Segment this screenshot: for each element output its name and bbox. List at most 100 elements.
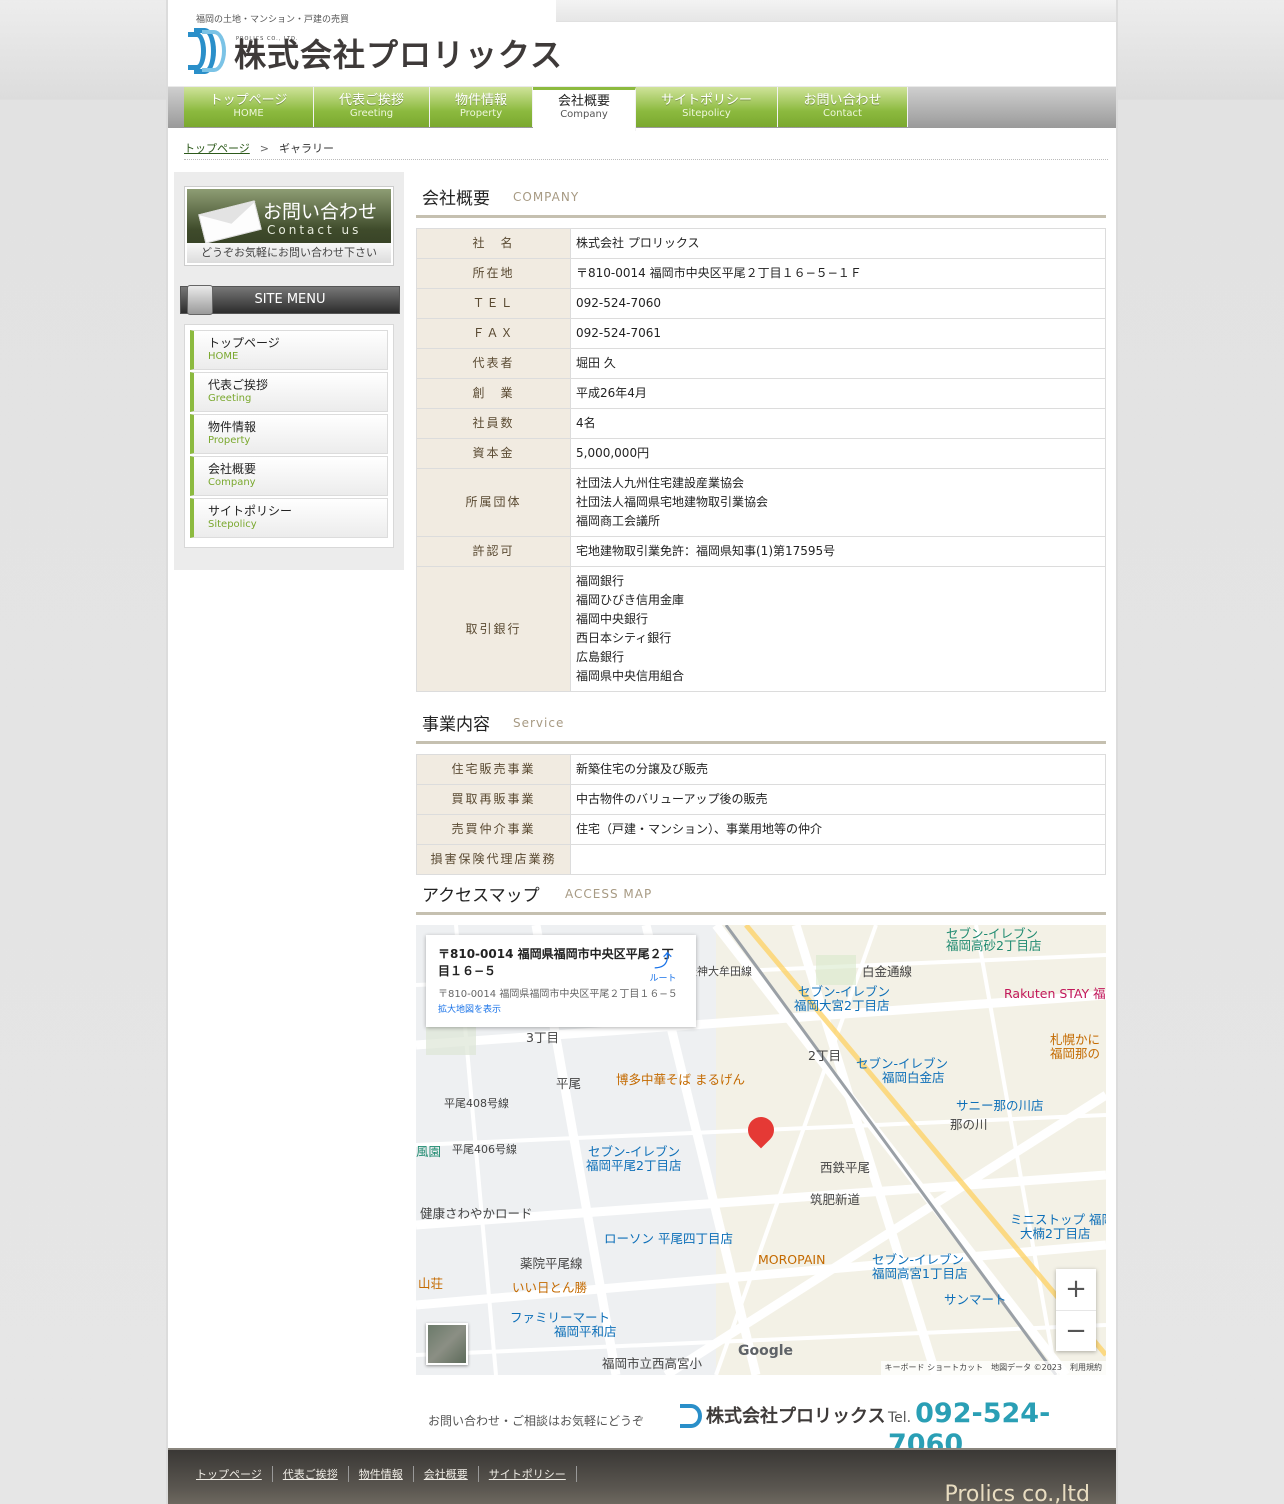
service-row-value <box>570 844 1106 875</box>
map-label: 福岡白金店 <box>882 1070 945 1085</box>
company-row-line: 092-524-7060 <box>576 296 662 310</box>
map-label: セブン-イレブン <box>872 1252 965 1267</box>
nav-contact[interactable]: お問い合わせ Contact <box>778 87 908 127</box>
tel-label: Tel. <box>888 1410 912 1426</box>
map-zoom-control: + − <box>1056 1269 1096 1351</box>
company-row-value: 福岡銀行 福岡ひびき信用金庫 福岡中央銀行 西日本シティ銀行 広島銀行 福岡県中央信用組合 <box>570 566 1106 692</box>
company-row-line: 福岡中央銀行 <box>576 612 649 626</box>
nav-home[interactable]: トップページ HOME <box>184 87 314 127</box>
company-row-value: 5,000,000円 <box>570 438 1106 469</box>
nav-property-label: 物件情報 <box>454 93 507 108</box>
map-attribution[interactable]: キーボード ショートカット 地図データ ©2023 利用規約 <box>880 1361 1106 1375</box>
side-menu-home[interactable]: トップページ HOME <box>190 330 388 370</box>
map-label: 那の川 <box>950 1117 988 1132</box>
nav-home-sub: HOME <box>233 108 264 119</box>
company-row: 代表者 堀田 久 <box>416 348 1106 379</box>
company-row-line: 堀田 久 <box>576 356 616 370</box>
satellite-toggle[interactable] <box>426 1323 468 1365</box>
side-menu-home-label: トップページ <box>208 336 280 350</box>
site-logo[interactable]: PROLICS CO., LTD. 株式会社プロリックス <box>184 28 563 74</box>
side-menu-home-sub: HOME <box>208 351 239 362</box>
footer-link-company[interactable]: 会社概要 <box>414 1466 479 1482</box>
company-row-line: 福岡ひびき信用金庫 <box>576 593 685 607</box>
map-label: 大楠2丁目店 <box>1020 1226 1091 1241</box>
company-row-label: ＴＥＬ <box>416 288 571 319</box>
nav-home-label: トップページ <box>209 93 288 108</box>
zoom-out-button[interactable]: − <box>1056 1310 1096 1351</box>
footer-links: トップページ 代表ご挨拶 物件情報 会社概要 サイトポリシー <box>194 1466 577 1482</box>
footer-link-greeting[interactable]: 代表ご挨拶 <box>273 1466 349 1482</box>
map-label: 平尾406号線 <box>452 1143 517 1156</box>
nav-sitepolicy[interactable]: サイトポリシー Sitepolicy <box>636 87 778 127</box>
side-menu-greeting[interactable]: 代表ご挨拶 Greeting <box>190 372 388 412</box>
footer-link-home[interactable]: トップページ <box>194 1466 273 1482</box>
access-map[interactable]: セブン-イレブン 福岡高砂2丁目店 Rakuten STAY 福セブン-イレブン 福岡… <box>416 925 1106 1375</box>
main-content: 会社概要 COMPANY 社 名株式会社 プロリックス 所在地 〒810-0014 … <box>416 178 1106 1375</box>
company-row-line: 宅地建物取引業免許：福岡県知事(1)第17595号 <box>576 544 836 558</box>
company-row-line: 社団法人福岡県宅地建物取引業協会 <box>576 495 769 509</box>
service-row-label: 住宅販売事業 <box>416 754 571 785</box>
service-row: 住宅販売事業 新築住宅の分譲及び販売 <box>416 754 1106 785</box>
nav-company[interactable]: 会社概要 Company <box>533 87 636 131</box>
company-row-line: 〒810-0014 福岡市中央区平尾２丁目１６−５−１Ｆ <box>576 266 862 280</box>
map-label: 筑肥新道 <box>810 1192 861 1207</box>
map-label: 福岡市立西高宮小 <box>602 1356 703 1371</box>
side-menu-property[interactable]: 物件情報 Property <box>190 414 388 454</box>
footer-link-property[interactable]: 物件情報 <box>349 1466 414 1482</box>
company-row: 創 業平成26年4月 <box>416 378 1106 409</box>
tagline: 福岡の土地・マンション・戸建の売買 <box>196 15 350 25</box>
contact-banner-image: お問い合わせ Contact us どうぞお気軽にお問い合わせ下さい <box>187 189 391 263</box>
map-label: 2丁目 <box>808 1048 841 1063</box>
footer-link-sitepolicy[interactable]: サイトポリシー <box>479 1466 577 1482</box>
map-label: セブン-イレブン <box>856 1056 949 1071</box>
company-row-label: 所属団体 <box>416 468 571 537</box>
map-label: 博多中華そば まるげん <box>616 1072 745 1087</box>
map-label: 福岡平和店 <box>554 1324 617 1339</box>
breadcrumb-home-link[interactable]: トップページ <box>184 142 250 155</box>
contact-banner-title: お問い合わせ <box>263 201 378 223</box>
envelope-icon <box>198 200 262 244</box>
service-row-label: 損害保険代理店業務 <box>416 844 571 875</box>
zoom-in-button[interactable]: + <box>1056 1269 1096 1310</box>
contact-banner-subtitle: Contact us <box>267 223 362 237</box>
contact-strip-logo-icon <box>680 1404 702 1428</box>
cabinet-icon <box>187 285 213 315</box>
map-label: 西鉄平尾 <box>820 1160 871 1175</box>
company-row-value: 社団法人九州住宅建設産業協会 社団法人福岡県宅地建物取引業協会 福岡商工会議所 <box>570 468 1106 537</box>
nav-sitepolicy-label: サイトポリシー <box>660 93 752 108</box>
company-row-value: 092-524-7060 <box>570 288 1106 319</box>
company-row: ＴＥＬ 092-524-7060 <box>416 288 1106 319</box>
map-directions-button[interactable]: ⤴ ルート <box>648 953 678 985</box>
side-menu-sitepolicy[interactable]: サイトポリシー Sitepolicy <box>190 498 388 538</box>
access-title-en: ACCESS MAP <box>565 887 653 901</box>
map-label: 風園 <box>416 1144 442 1159</box>
service-heading: 事業内容 Service <box>416 704 1106 744</box>
service-row-value: 新築住宅の分譲及び販売 <box>570 754 1106 785</box>
nav-company-label: 会社概要 <box>557 94 610 109</box>
company-row: 所在地 〒810-0014 福岡市中央区平尾２丁目１６−５−１Ｆ <box>416 258 1106 289</box>
map-enlarge-link[interactable]: 拡大地図を表示 <box>438 1002 501 1015</box>
nav-property[interactable]: 物件情報 Property <box>430 87 533 127</box>
map-label: 健康さわやかロード <box>420 1206 533 1221</box>
nav-greeting[interactable]: 代表ご挨拶 Greeting <box>314 87 430 127</box>
side-menu-company[interactable]: 会社概要 Company <box>190 456 388 496</box>
map-label: 福岡大宮2丁目店 <box>794 998 890 1013</box>
side-menu-company-label: 会社概要 <box>208 462 257 476</box>
side-menu-company-sub: Company <box>208 477 256 488</box>
company-heading: 会社概要 COMPANY <box>416 178 1106 218</box>
map-label: ミニストップ 福岡 <box>1010 1212 1106 1227</box>
nav-contact-label: お問い合わせ <box>803 93 882 108</box>
company-row-value: 4名 <box>570 408 1106 439</box>
service-title-en: Service <box>513 716 565 730</box>
service-row: 買取再販事業 中古物件のバリューアップ後の販売 <box>416 784 1106 815</box>
map-label: セブン-イレブン <box>588 1144 681 1159</box>
map-label: MOROPAIN <box>758 1252 826 1267</box>
nav-contact-sub: Contact <box>823 108 862 119</box>
company-row-value: 092-524-7061 <box>570 318 1106 349</box>
company-row-label: 所在地 <box>416 258 571 289</box>
company-row-line: 福岡銀行 <box>576 574 625 588</box>
site-menu-title: SITE MENU <box>254 292 326 307</box>
map-label: 平尾 <box>556 1076 582 1091</box>
contact-banner[interactable]: お問い合わせ Contact us どうぞお気軽にお問い合わせ下さい <box>184 186 394 266</box>
company-row-line: 西日本シティ銀行 <box>576 631 672 645</box>
